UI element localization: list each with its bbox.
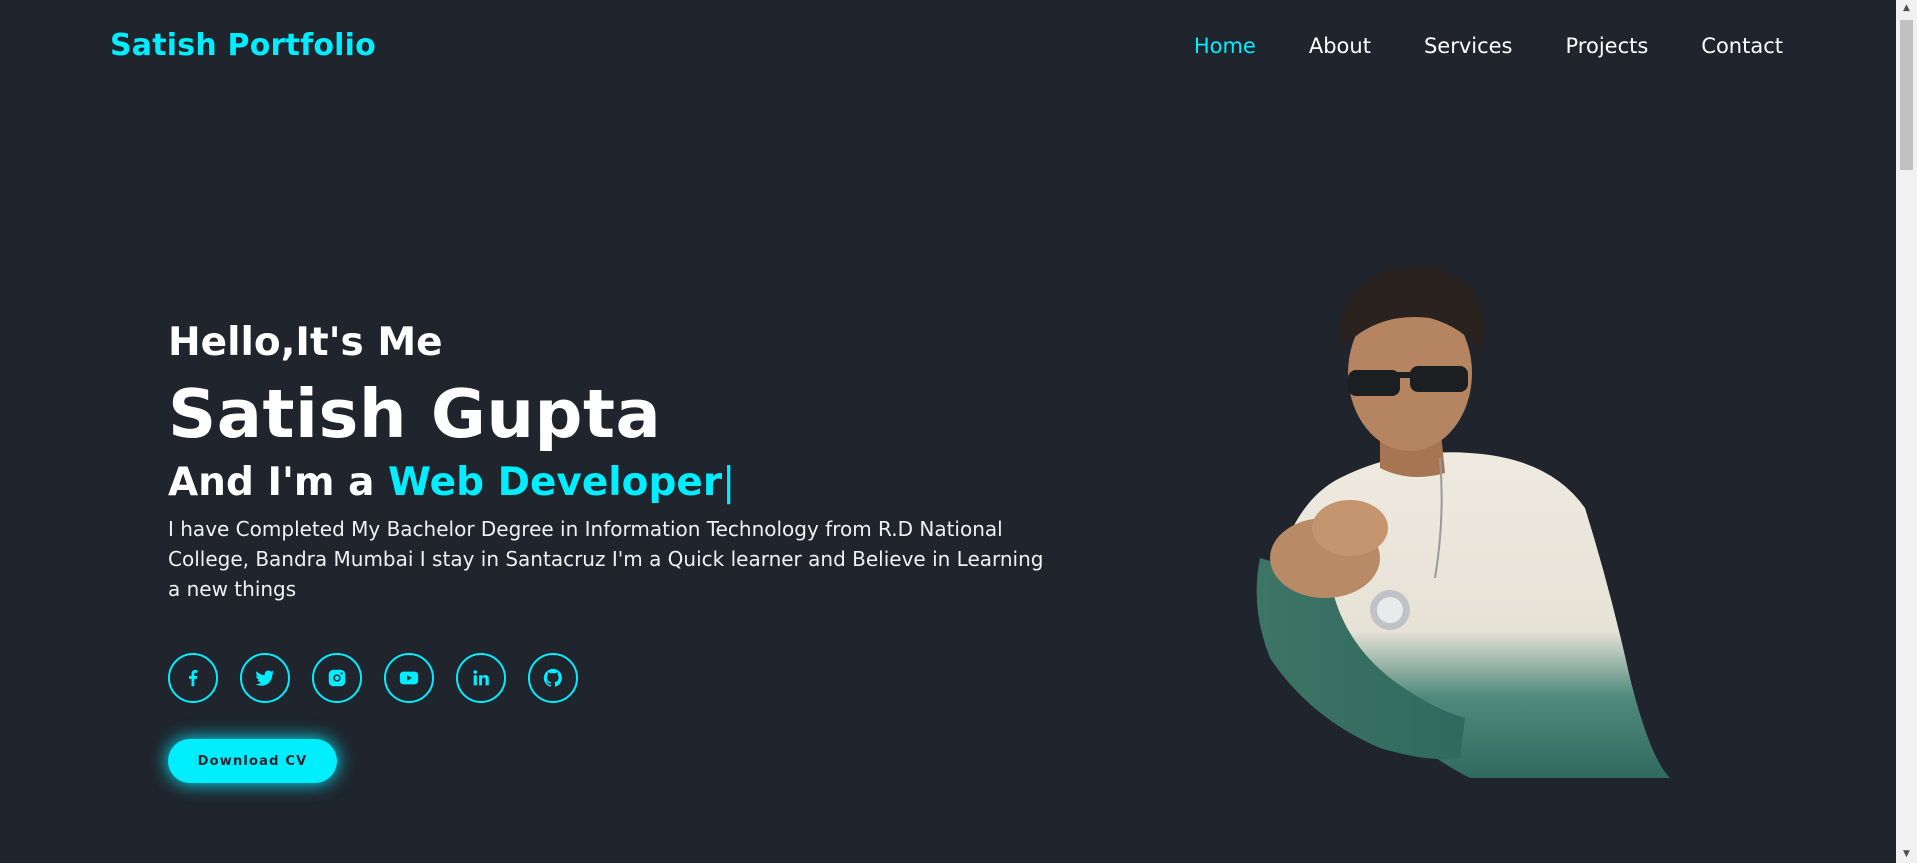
youtube-icon xyxy=(399,671,419,685)
portfolio-page: Satish Portfolio Home About Services Pro… xyxy=(0,0,1917,863)
role-highlight: Web Developer xyxy=(388,460,723,505)
download-cv-button[interactable]: Download CV xyxy=(168,739,337,783)
social-links xyxy=(168,653,578,703)
facebook-link[interactable] xyxy=(168,653,218,703)
youtube-link[interactable] xyxy=(384,653,434,703)
scrollbar-thumb[interactable] xyxy=(1900,20,1913,170)
facebook-icon xyxy=(189,670,198,687)
page-scrollbar[interactable]: ▲ ▼ xyxy=(1896,0,1917,863)
github-link[interactable] xyxy=(528,653,578,703)
site-header: Satish Portfolio Home About Services Pro… xyxy=(0,0,1896,96)
site-logo[interactable]: Satish Portfolio xyxy=(110,28,376,63)
role-prefix: And I'm a xyxy=(168,460,375,505)
linkedin-icon xyxy=(473,670,489,686)
nav-services[interactable]: Services xyxy=(1424,34,1513,58)
instagram-icon xyxy=(328,669,346,687)
nav-contact[interactable]: Contact xyxy=(1701,34,1783,58)
hero-role: And I'm a Web Developer| xyxy=(168,458,1068,508)
typing-cursor: | xyxy=(722,460,736,505)
hero-description: I have Completed My Bachelor Degree in I… xyxy=(168,517,1044,601)
twitter-link[interactable] xyxy=(240,653,290,703)
nav-projects[interactable]: Projects xyxy=(1566,34,1649,58)
hero-content: Hello,It's Me Satish Gupta And I'm a Web… xyxy=(168,318,1068,604)
hero-greeting: Hello,It's Me xyxy=(168,320,443,365)
nav-about[interactable]: About xyxy=(1309,34,1371,58)
scroll-down-icon[interactable]: ▼ xyxy=(1896,846,1917,863)
main-nav: Home About Services Projects Contact xyxy=(1194,34,1783,58)
profile-photo xyxy=(1256,266,1670,778)
github-icon xyxy=(543,668,562,687)
twitter-icon xyxy=(255,670,275,686)
scroll-up-icon[interactable]: ▲ xyxy=(1896,0,1917,17)
nav-home[interactable]: Home xyxy=(1194,34,1256,58)
hero-name: Satish Gupta xyxy=(168,375,662,453)
instagram-link[interactable] xyxy=(312,653,362,703)
linkedin-link[interactable] xyxy=(456,653,506,703)
